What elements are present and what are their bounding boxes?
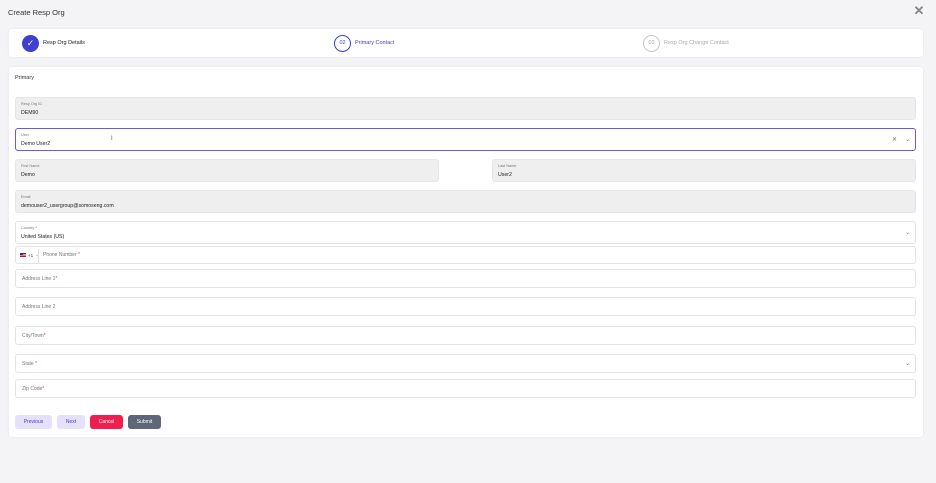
field-label: Country *	[21, 226, 37, 230]
city-input[interactable]: City/Town*	[15, 326, 916, 345]
close-icon[interactable]: ✕	[912, 4, 926, 18]
step-resp-org-details[interactable]: ✓ Resp Org Details	[22, 34, 85, 52]
email-field: Email demouser2_usergroup@somoseng.com	[15, 190, 916, 213]
divider	[38, 249, 39, 263]
step-number: 03	[643, 34, 660, 52]
check-icon: ✓	[22, 34, 39, 52]
next-button[interactable]: Next	[57, 415, 85, 429]
address-line-1-input[interactable]: Address Line 1*	[15, 269, 916, 288]
input-placeholder: Address Line 1*	[22, 276, 58, 282]
field-label: User	[21, 133, 30, 137]
field-label: Last Name	[498, 164, 517, 168]
field-value: User2	[498, 172, 512, 178]
last-name-field: Last Name User2	[492, 159, 916, 182]
input-placeholder: City/Town*	[22, 333, 46, 339]
country-select[interactable]: Country * United States (US) ⌄	[15, 221, 916, 244]
input-placeholder: Zip Code*	[22, 386, 45, 392]
field-value: Demo	[21, 172, 35, 178]
text-cursor-icon: I	[111, 136, 113, 142]
field-value: Demo User2	[21, 141, 51, 147]
step-label: Primary Contact	[355, 40, 395, 46]
field-label: Resp Org ID	[21, 102, 43, 106]
step-primary-contact[interactable]: 02 Primary Contact	[334, 34, 394, 52]
field-label: First Name	[21, 164, 40, 168]
create-resp-org-dialog: Create Resp Org ✕ ✓ Resp Org Details 02 …	[0, 0, 936, 483]
chevron-down-icon[interactable]: ⌄	[905, 136, 910, 143]
zip-code-input[interactable]: Zip Code*	[15, 379, 916, 398]
input-placeholder: State *	[22, 361, 38, 367]
primary-contact-form: Primary Resp Org ID DEM90 User Demo User…	[9, 67, 923, 437]
chevron-down-icon[interactable]: ⌄	[905, 229, 910, 236]
cancel-button[interactable]: Cancel	[90, 415, 123, 429]
field-value: DEM90	[21, 110, 39, 116]
step-number: 02	[334, 34, 351, 52]
address-line-2-input[interactable]: Address Line 2	[15, 297, 916, 316]
phone-number-field[interactable]: +1 ⌄ Phone Number *	[15, 246, 916, 264]
state-select[interactable]: State * ⌄	[15, 354, 916, 373]
field-value: United States (US)	[21, 234, 65, 240]
dial-code: +1	[28, 252, 34, 258]
submit-button[interactable]: Submit	[128, 415, 161, 429]
step-label: Resp Org Details	[43, 40, 85, 46]
field-label: Email	[21, 195, 31, 199]
dialog-header: Create Resp Org ✕	[0, 0, 936, 26]
section-title: Primary	[15, 75, 34, 81]
chevron-down-icon[interactable]: ⌄	[905, 360, 910, 367]
input-placeholder: Address Line 2	[22, 304, 56, 310]
first-name-field: First Name Demo	[15, 159, 439, 182]
step-label: Resp Org Change Contact	[664, 40, 729, 46]
step-resp-org-change-contact[interactable]: 03 Resp Org Change Contact	[643, 34, 729, 52]
phone-placeholder: Phone Number *	[43, 252, 80, 258]
country-code-selector[interactable]: +1 ⌄	[20, 252, 39, 258]
previous-button[interactable]: Previous	[15, 415, 52, 429]
field-value: demouser2_usergroup@somoseng.com	[21, 203, 114, 209]
resp-org-id-field: Resp Org ID DEM90	[15, 97, 916, 120]
dialog-title: Create Resp Org	[8, 8, 65, 17]
stepper: ✓ Resp Org Details 02 Primary Contact 03…	[9, 29, 923, 57]
user-select[interactable]: User Demo User2 I ✕ ⌄	[15, 128, 916, 151]
us-flag-icon	[20, 253, 26, 257]
clear-icon[interactable]: ✕	[892, 136, 897, 143]
